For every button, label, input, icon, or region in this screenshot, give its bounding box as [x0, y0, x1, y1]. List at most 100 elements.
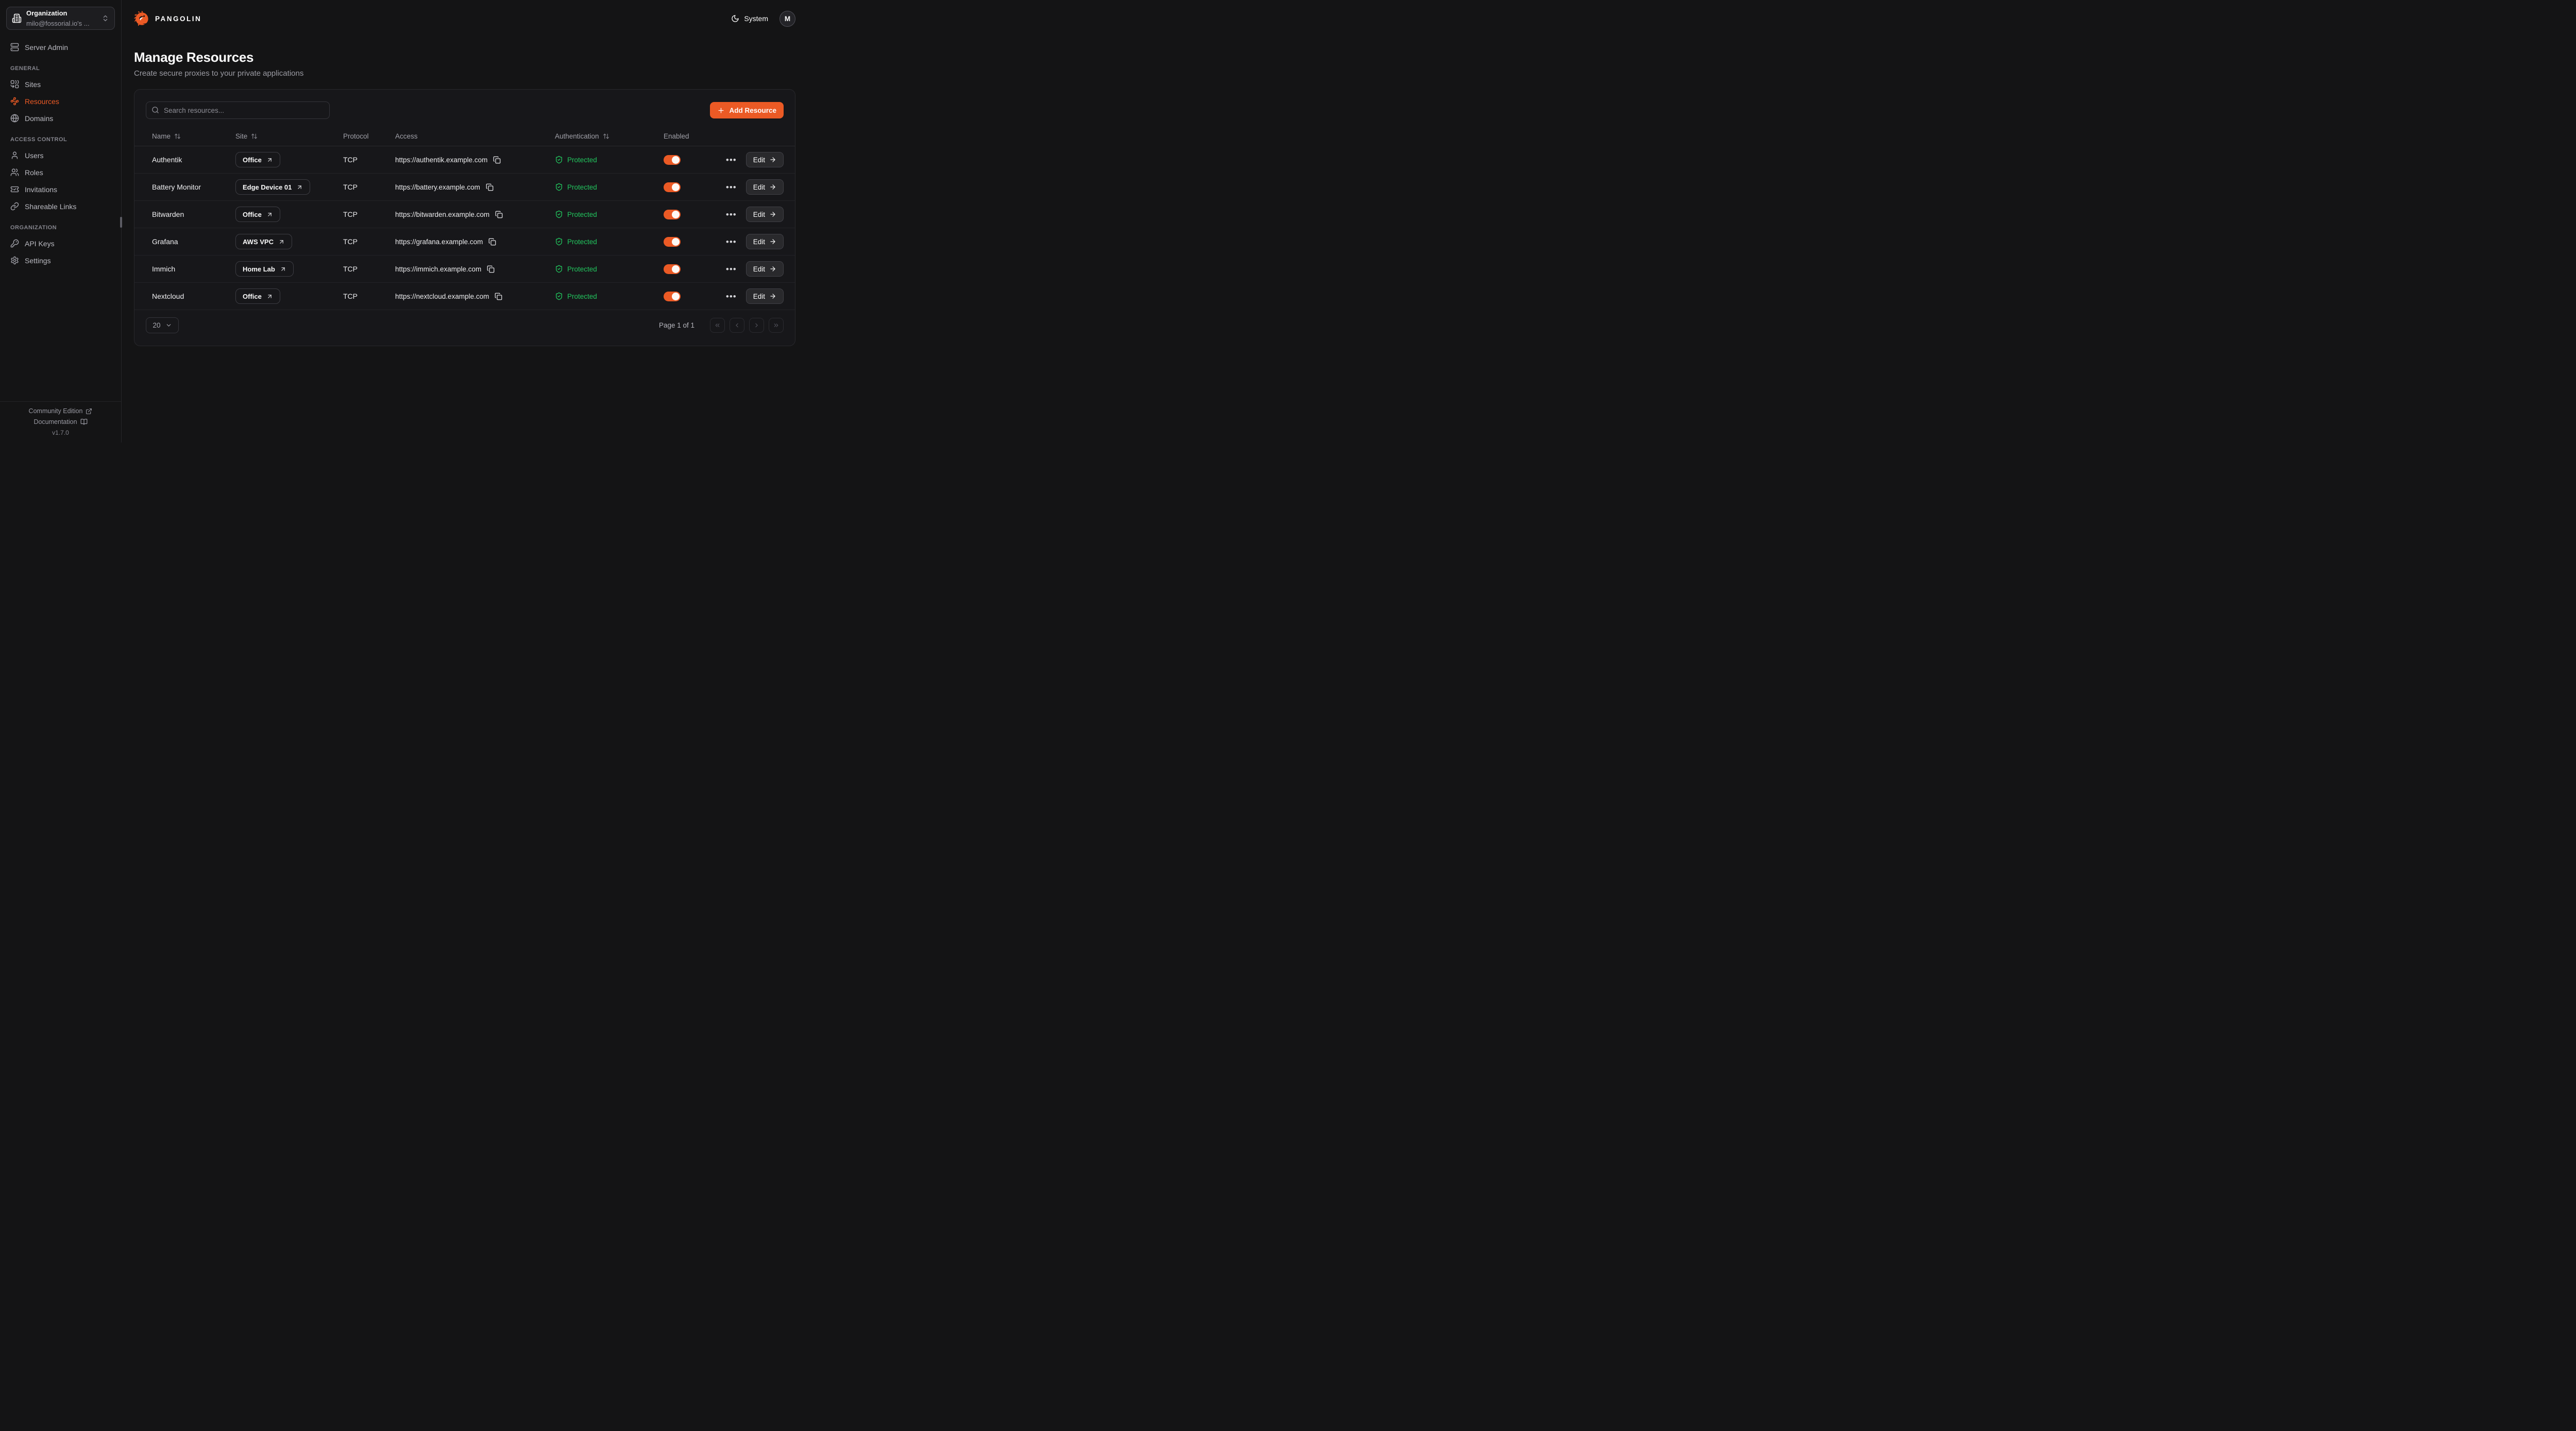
enabled-toggle[interactable]	[664, 182, 681, 192]
sidebar-item[interactable]: Shareable Links	[10, 200, 111, 212]
site-link-button[interactable]: AWS VPC	[235, 234, 292, 249]
arrow-up-right-icon	[278, 238, 285, 245]
page-size-select[interactable]: 20	[146, 317, 179, 333]
auth-status-badge: Protected	[555, 292, 597, 300]
row-menu-button[interactable]: •••	[725, 155, 738, 165]
arrow-right-icon	[769, 183, 776, 191]
resource-name: Authentik	[146, 156, 229, 164]
link-icon	[10, 202, 19, 211]
row-menu-button[interactable]: •••	[725, 236, 738, 247]
copy-icon[interactable]	[495, 293, 502, 300]
sidebar-resize-handle[interactable]	[120, 217, 122, 228]
documentation-link[interactable]: Documentation	[33, 418, 87, 425]
sidebar-item[interactable]: Roles	[10, 166, 111, 178]
shield-check-icon	[555, 156, 563, 164]
row-menu-button[interactable]: •••	[725, 264, 738, 275]
site-link-button[interactable]: Office	[235, 207, 280, 222]
org-selector-label: Organization	[26, 9, 67, 17]
last-page-button[interactable]	[769, 318, 784, 333]
resource-name: Immich	[146, 265, 229, 273]
sidebar-item[interactable]: Users	[10, 149, 111, 161]
chevron-down-icon	[165, 322, 172, 329]
table-row: Nextcloud Office TCP https://nextcloud.e…	[134, 283, 795, 310]
sidebar-item-label: Settings	[25, 257, 51, 265]
brand-name: PANGOLIN	[155, 15, 201, 23]
site-link-button[interactable]: Home Lab	[235, 261, 294, 277]
copy-icon[interactable]	[493, 156, 501, 164]
brand[interactable]: PANGOLIN	[134, 11, 201, 27]
auth-status-badge: Protected	[555, 210, 597, 218]
column-header: Site	[229, 132, 337, 140]
sidebar-item-label: Invitations	[25, 185, 57, 194]
resource-access-url: https://authentik.example.com	[395, 156, 487, 164]
enabled-toggle[interactable]	[664, 292, 681, 301]
theme-toggle-label: System	[744, 14, 768, 23]
edit-button[interactable]: Edit	[746, 234, 784, 249]
page-subtitle: Create secure proxies to your private ap…	[134, 69, 795, 78]
edit-button[interactable]: Edit	[746, 288, 784, 304]
table-row: Bitwarden Office TCP https://bitwarden.e…	[134, 201, 795, 228]
edit-button[interactable]: Edit	[746, 152, 784, 167]
resources-card: Add Resource Name Site	[134, 89, 795, 346]
table-row: Grafana AWS VPC TCP https://grafana.exam…	[134, 228, 795, 255]
edit-button[interactable]: Edit	[746, 179, 784, 195]
sort-icon[interactable]	[174, 133, 181, 140]
enabled-toggle[interactable]	[664, 210, 681, 219]
resource-access-url: https://nextcloud.example.com	[395, 293, 489, 300]
sidebar-item-label: Server Admin	[25, 43, 68, 52]
sidebar-item[interactable]: API Keys	[10, 237, 111, 249]
theme-toggle[interactable]: System	[731, 14, 768, 23]
sidebar-item[interactable]: Settings	[10, 254, 111, 266]
edit-button[interactable]: Edit	[746, 207, 784, 222]
site-link-button[interactable]: Edge Device 01	[235, 179, 310, 195]
first-page-button[interactable]	[710, 318, 725, 333]
arrow-up-right-icon	[266, 211, 273, 218]
copy-icon[interactable]	[487, 265, 495, 273]
enabled-toggle[interactable]	[664, 237, 681, 247]
resource-name: Battery Monitor	[146, 183, 229, 191]
auth-status-badge: Protected	[555, 237, 597, 246]
plus-icon	[717, 107, 725, 114]
copy-icon[interactable]	[495, 211, 503, 218]
arrow-right-icon	[769, 211, 776, 218]
site-link-button[interactable]: Office	[235, 152, 280, 167]
search-input[interactable]	[146, 101, 330, 119]
shield-check-icon	[555, 237, 563, 246]
sidebar-item[interactable]: Sites	[10, 78, 111, 90]
ticket-icon	[10, 185, 19, 194]
add-resource-button[interactable]: Add Resource	[710, 102, 784, 118]
enabled-toggle[interactable]	[664, 155, 681, 165]
avatar[interactable]: M	[779, 11, 795, 27]
resource-access-url: https://battery.example.com	[395, 183, 480, 191]
arrow-up-right-icon	[266, 157, 273, 163]
org-selector[interactable]: Organization milo@fossorial.io's ...	[6, 7, 115, 30]
row-menu-button[interactable]: •••	[725, 182, 738, 193]
site-link-button[interactable]: Office	[235, 288, 280, 304]
resource-protocol: TCP	[337, 183, 389, 191]
row-menu-button[interactable]: •••	[725, 209, 738, 220]
topbar: PANGOLIN System M	[122, 0, 808, 37]
edit-button[interactable]: Edit	[746, 261, 784, 277]
next-page-button[interactable]	[749, 318, 764, 333]
resource-protocol: TCP	[337, 156, 389, 164]
sidebar-item-label: Shareable Links	[25, 202, 76, 211]
enabled-toggle[interactable]	[664, 264, 681, 274]
table-row: Battery Monitor Edge Device 01 TCP https…	[134, 174, 795, 201]
sort-icon[interactable]	[251, 133, 258, 140]
sidebar-item-server-admin[interactable]: Server Admin	[10, 41, 111, 53]
pangolin-logo-icon	[134, 11, 150, 27]
copy-icon[interactable]	[488, 238, 496, 246]
resource-name: Nextcloud	[146, 292, 229, 300]
sidebar-item[interactable]: Resources	[10, 95, 111, 107]
resource-protocol: TCP	[337, 292, 389, 300]
prev-page-button[interactable]	[730, 318, 744, 333]
row-menu-button[interactable]: •••	[725, 291, 738, 302]
sidebar-item[interactable]: Domains	[10, 112, 111, 124]
copy-icon[interactable]	[486, 183, 494, 191]
community-edition-link[interactable]: Community Edition	[29, 407, 93, 415]
sort-icon[interactable]	[603, 133, 609, 140]
chevrons-up-down-icon	[101, 14, 109, 22]
search-icon	[151, 106, 159, 114]
sidebar-item[interactable]: Invitations	[10, 183, 111, 195]
app-version: v1.7.0	[52, 429, 69, 436]
